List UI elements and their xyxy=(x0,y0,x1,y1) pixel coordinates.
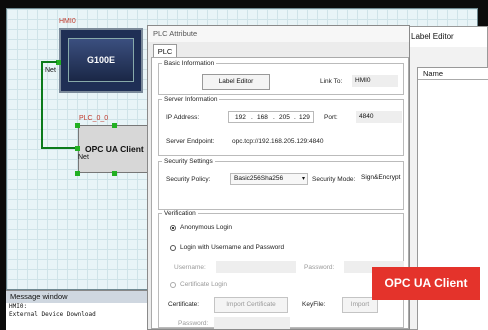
username-field[interactable] xyxy=(216,261,296,273)
plc-label: PLC_0_0 xyxy=(79,115,109,122)
ip-octet-2: 168 xyxy=(257,114,268,121)
opc-ua-client-device[interactable]: OPC UA Client xyxy=(78,125,153,173)
connection-wire xyxy=(41,147,79,149)
tab-panel: Basic Information Label Editor Link To: … xyxy=(151,57,409,329)
import-certificate-button[interactable]: Import Certificate xyxy=(214,297,288,313)
password-label: Password: xyxy=(304,264,335,271)
ip-dot: . xyxy=(273,114,275,121)
user-pass-label[interactable]: Login with Username and Password xyxy=(180,244,284,251)
security-policy-select[interactable]: Basic256Sha256 ▾ xyxy=(230,173,308,185)
connection-wire xyxy=(41,61,57,63)
port-field[interactable]: 4840 xyxy=(356,111,402,123)
server-endpoint-value: opc.tcp://192.168.205.129:4840 xyxy=(232,138,324,145)
opc-ua-client-badge: OPC UA Client xyxy=(372,267,480,300)
ip-octet-4: 129 xyxy=(299,114,310,121)
ip-octet-3: 205 xyxy=(279,114,290,121)
keyfile-label: KeyFile: xyxy=(302,301,326,308)
dialog-title: PLC Attribute xyxy=(148,26,409,42)
link-to-field[interactable]: HMI0 xyxy=(352,75,398,87)
certificate-radio[interactable] xyxy=(170,282,176,288)
plc-device-label: OPC UA Client xyxy=(85,144,144,154)
plc-handle[interactable] xyxy=(112,123,117,128)
hmi-net-label: Net xyxy=(45,67,56,74)
ip-octet-1: 192 xyxy=(235,114,246,121)
security-mode-label: Security Mode: xyxy=(312,176,356,183)
hmi-device[interactable]: G100E xyxy=(59,28,143,93)
server-info-legend: Server Information xyxy=(164,96,218,103)
security-mode-value: Sign&Encrypt xyxy=(361,174,401,181)
plc-handle[interactable] xyxy=(75,123,80,128)
plc-handle[interactable] xyxy=(112,171,117,176)
plc-attribute-dialog: PLC Attribute PLC Basic Information Labe… xyxy=(147,25,410,330)
plc-handle[interactable] xyxy=(75,171,80,176)
plc-handle[interactable] xyxy=(75,146,80,151)
ip-dot: . xyxy=(251,114,253,121)
username-label: Username: xyxy=(174,264,206,271)
anonymous-radio[interactable] xyxy=(170,225,176,231)
message-line: External Device Download xyxy=(9,311,96,318)
basic-info-legend: Basic Information xyxy=(164,60,215,67)
hmi-model-label: G100E xyxy=(68,38,134,82)
security-policy-value: Basic256Sha256 xyxy=(234,175,284,182)
label-editor-title: Label Editor xyxy=(405,27,487,47)
tab-plc[interactable]: PLC xyxy=(153,44,177,58)
certificate-label: Certificate: xyxy=(168,301,200,308)
ip-address-field[interactable]: 192 . 168 . 205 . 129 xyxy=(228,111,314,123)
connection-wire xyxy=(41,61,43,149)
security-mode-select[interactable]: Sign&Encrypt xyxy=(358,173,406,185)
label-editor-button[interactable]: Label Editor xyxy=(202,74,270,90)
link-to-label: Link To: xyxy=(320,78,343,85)
port-label: Port: xyxy=(324,114,338,121)
user-pass-radio[interactable] xyxy=(170,245,176,251)
hmi-label: HMI0 xyxy=(59,18,76,25)
certificate-login-label[interactable]: Certificate Login xyxy=(180,281,227,288)
plc-net-label: Net xyxy=(78,154,89,161)
ip-address-label: IP Address: xyxy=(166,114,200,121)
security-policy-label: Security Policy: xyxy=(166,176,211,183)
message-window-title: Message window xyxy=(6,291,152,303)
ip-dot: . xyxy=(294,114,296,121)
cert-password-label: Password: xyxy=(178,320,209,327)
column-header-name[interactable]: Name xyxy=(418,68,488,80)
verification-legend: Verification xyxy=(164,210,196,217)
message-line: HMI0: xyxy=(9,303,28,310)
cert-password-field[interactable] xyxy=(214,317,290,329)
security-legend: Security Settings xyxy=(164,158,213,165)
server-endpoint-label: Server Endpoint: xyxy=(166,138,215,145)
anonymous-login-label[interactable]: Anonymous Login xyxy=(180,224,232,231)
chevron-down-icon: ▾ xyxy=(301,176,305,182)
server-info-group: Server Information xyxy=(158,96,404,156)
message-window: Message window HMI0: External Device Dow… xyxy=(6,290,152,330)
